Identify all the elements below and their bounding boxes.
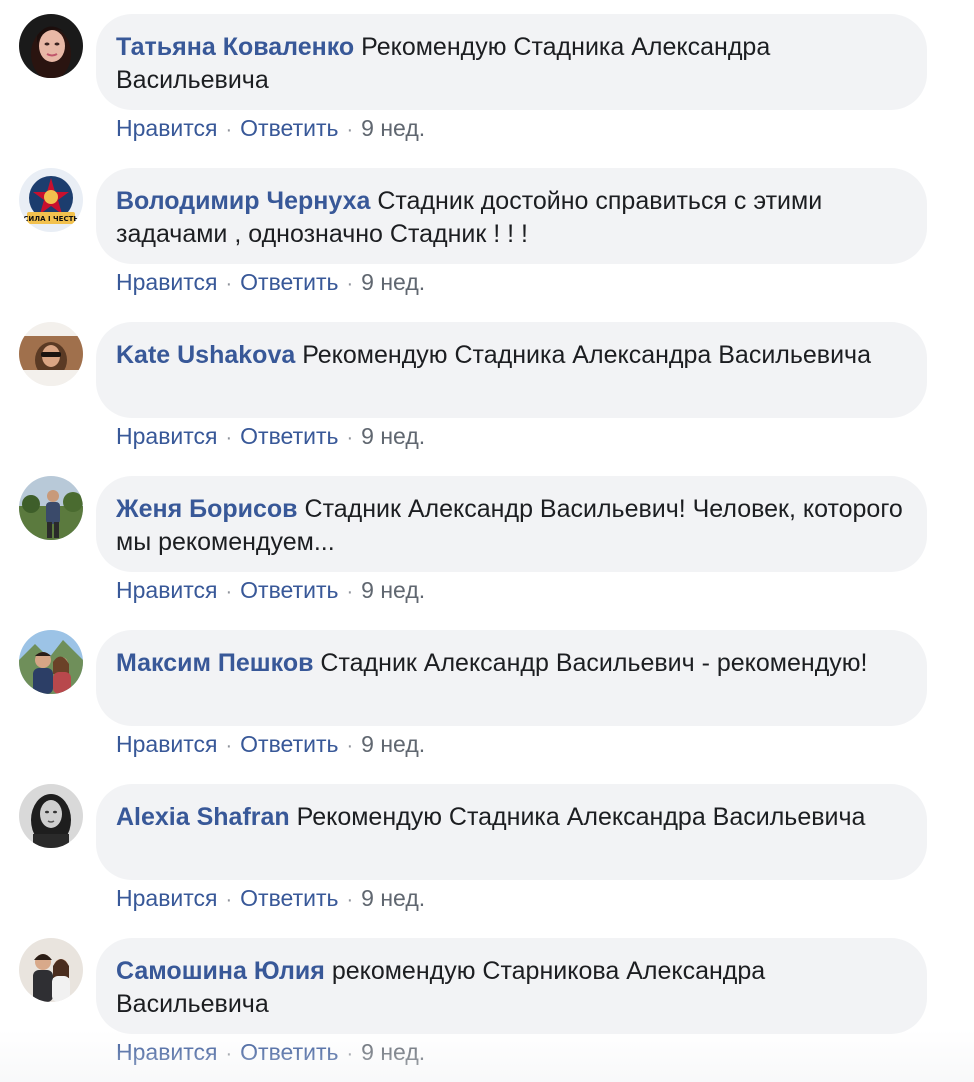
comment-bubble: Alexia Shafran Рекомендую Стадника Алекс…	[96, 784, 927, 880]
comments-list: Татьяна Коваленко Рекомендую Стадника Ал…	[0, 0, 974, 1082]
comment-item: Kate Ushakova Рекомендую Стадника Алекса…	[0, 308, 974, 462]
comment-timestamp[interactable]: 9 нед.	[361, 577, 425, 603]
separator-dot: ·	[225, 735, 233, 757]
comment-item: Татьяна Коваленко Рекомендую Стадника Ал…	[0, 0, 974, 154]
avatar[interactable]	[19, 938, 83, 1002]
comment-bubble: Самошина Юлия рекомендую Старникова Алек…	[96, 938, 927, 1034]
separator-dot: ·	[346, 1043, 354, 1065]
comment-bubble: Максим Пешков Стадник Александр Васильев…	[96, 630, 927, 726]
reply-button[interactable]: Ответить	[240, 423, 338, 449]
reply-button[interactable]: Ответить	[240, 577, 338, 603]
comment-timestamp[interactable]: 9 нед.	[361, 1039, 425, 1065]
comment-item: Самошина Юлия рекомендую Старникова Алек…	[0, 924, 974, 1078]
emblem-badge-avatar-icon: СИЛА І ЧЕСТЬ	[19, 168, 83, 232]
woman-sunglasses-avatar-icon	[19, 322, 83, 386]
comment-actions: Нравится · Ответить · 9 нед.	[116, 574, 425, 606]
comment-author-link[interactable]: Володимир Чернуха	[116, 187, 370, 215]
reply-button[interactable]: Ответить	[240, 731, 338, 757]
avatar[interactable]	[19, 322, 83, 386]
like-button[interactable]: Нравится	[116, 115, 218, 141]
comment-timestamp[interactable]: 9 нед.	[361, 115, 425, 141]
couple-indoor-avatar-icon	[19, 938, 83, 1002]
separator-dot: ·	[346, 735, 354, 757]
comment-actions: Нравится · Ответить · 9 нед.	[116, 728, 425, 760]
comment-text: Рекомендую Стадника Александра Васильеви…	[296, 803, 866, 831]
comment-author-link[interactable]: Kate Ushakova	[116, 341, 295, 369]
comment-actions: Нравится · Ответить · 9 нед.	[116, 1036, 425, 1068]
separator-dot: ·	[225, 581, 233, 603]
comment-bubble: Kate Ushakova Рекомендую Стадника Алекса…	[96, 322, 927, 418]
like-button[interactable]: Нравится	[116, 269, 218, 295]
comment-bubble: Володимир Чернуха Стадник достойно справ…	[96, 168, 927, 264]
reply-button[interactable]: Ответить	[240, 269, 338, 295]
separator-dot: ·	[346, 889, 354, 911]
like-button[interactable]: Нравится	[116, 423, 218, 449]
reply-button[interactable]: Ответить	[240, 885, 338, 911]
avatar[interactable]	[19, 476, 83, 540]
comment-timestamp[interactable]: 9 нед.	[361, 423, 425, 449]
separator-dot: ·	[225, 889, 233, 911]
couple-mountains-avatar-icon	[19, 630, 83, 694]
separator-dot: ·	[225, 119, 233, 141]
comment-bubble: Женя Борисов Стадник Александр Васильеви…	[96, 476, 927, 572]
emblem-caption: СИЛА І ЧЕСТЬ	[23, 215, 78, 223]
comment-author-link[interactable]: Максим Пешков	[116, 649, 313, 677]
like-button[interactable]: Нравится	[116, 731, 218, 757]
comment-author-link[interactable]: Женя Борисов	[116, 495, 298, 523]
separator-dot: ·	[346, 273, 354, 295]
separator-dot: ·	[346, 119, 354, 141]
comment-text: Рекомендую Стадника Александра Васильеви…	[302, 341, 871, 369]
comment-actions: Нравится · Ответить · 9 нед.	[116, 112, 425, 144]
comment-item: Женя Борисов Стадник Александр Васильеви…	[0, 462, 974, 616]
avatar[interactable]	[19, 14, 83, 78]
reply-button[interactable]: Ответить	[240, 115, 338, 141]
comment-actions: Нравится · Ответить · 9 нед.	[116, 266, 425, 298]
comment-item: СИЛА І ЧЕСТЬ Володимир Чернуха Стадник д…	[0, 154, 974, 308]
comment-timestamp[interactable]: 9 нед.	[361, 731, 425, 757]
separator-dot: ·	[225, 1043, 233, 1065]
comment-text: Стадник Александр Васильевич - рекоменду…	[320, 649, 868, 677]
like-button[interactable]: Нравится	[116, 885, 218, 911]
comment-actions: Нравится · Ответить · 9 нед.	[116, 882, 425, 914]
comment-actions: Нравится · Ответить · 9 нед.	[116, 420, 425, 452]
like-button[interactable]: Нравится	[116, 577, 218, 603]
like-button[interactable]: Нравится	[116, 1039, 218, 1065]
avatar[interactable]	[19, 784, 83, 848]
avatar[interactable]	[19, 630, 83, 694]
separator-dot: ·	[225, 273, 233, 295]
comment-timestamp[interactable]: 9 нед.	[361, 269, 425, 295]
avatar[interactable]: СИЛА І ЧЕСТЬ	[19, 168, 83, 232]
woman-bw-portrait-avatar-icon	[19, 784, 83, 848]
comment-item: Максим Пешков Стадник Александр Васильев…	[0, 616, 974, 770]
man-outdoors-avatar-icon	[19, 476, 83, 540]
woman-portrait-avatar-icon	[19, 14, 83, 78]
comment-bubble: Татьяна Коваленко Рекомендую Стадника Ал…	[96, 14, 927, 110]
comment-author-link[interactable]: Татьяна Коваленко	[116, 33, 354, 61]
separator-dot: ·	[225, 427, 233, 449]
separator-dot: ·	[346, 427, 354, 449]
comment-author-link[interactable]: Alexia Shafran	[116, 803, 290, 831]
comment-author-link[interactable]: Самошина Юлия	[116, 957, 325, 985]
reply-button[interactable]: Ответить	[240, 1039, 338, 1065]
separator-dot: ·	[346, 581, 354, 603]
comment-timestamp[interactable]: 9 нед.	[361, 885, 425, 911]
comment-item: Alexia Shafran Рекомендую Стадника Алекс…	[0, 770, 974, 924]
